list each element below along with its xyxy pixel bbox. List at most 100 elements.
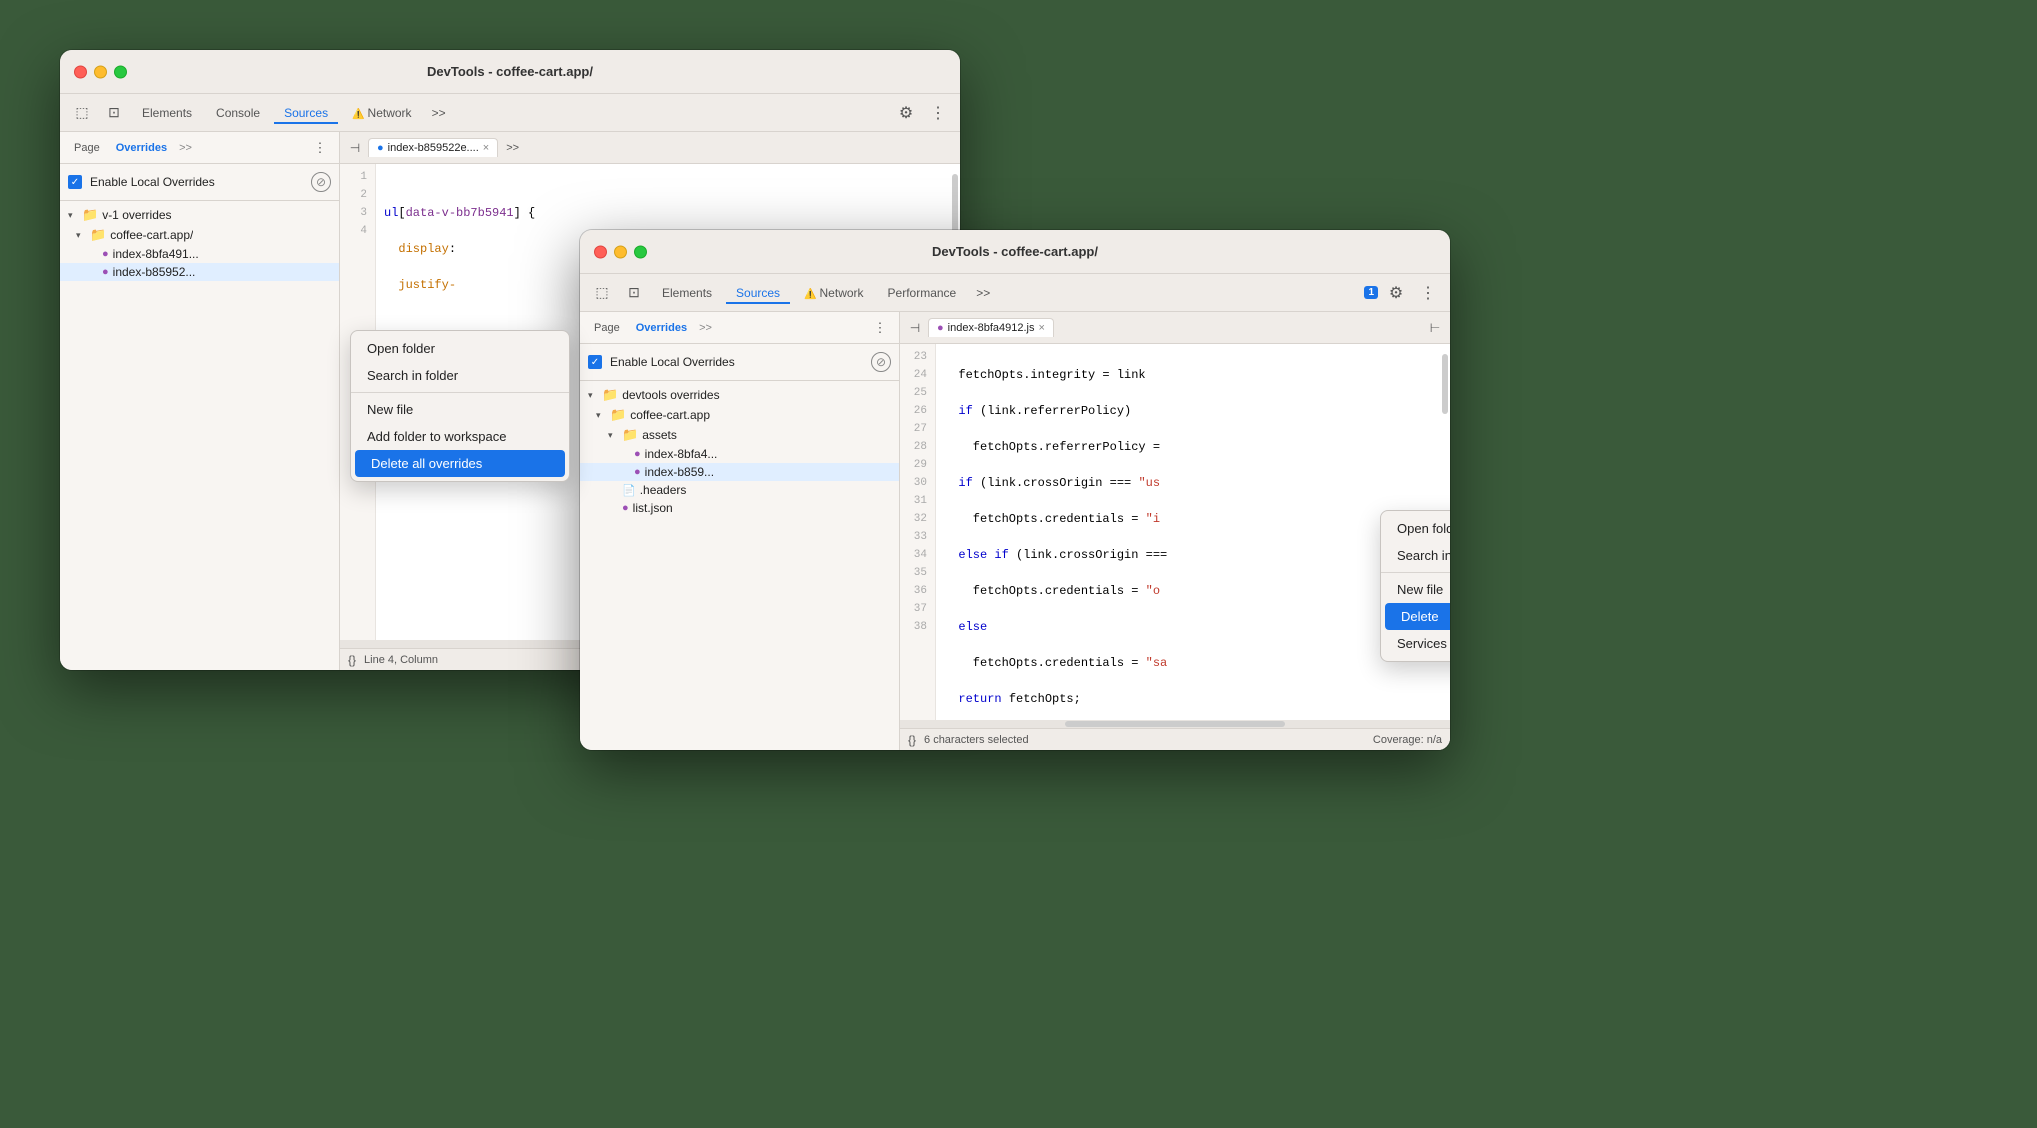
- line-numbers-front: 23242526 27282930 31323334 35363738: [900, 344, 936, 720]
- menu-item-new-file-front[interactable]: New file: [1381, 576, 1450, 603]
- sidebar-tab-overrides-back[interactable]: Overrides: [110, 140, 173, 156]
- more-options-icon-front[interactable]: ⋮: [1414, 279, 1442, 307]
- menu-item-new-file-back[interactable]: New file: [351, 396, 569, 423]
- menu-item-search-folder-back[interactable]: Search in folder: [351, 362, 569, 389]
- editor-area-front: ⊣ ● index-8bfa4912.js × ⊢ 23242526 27282…: [900, 312, 1450, 750]
- toolbar-front: ⬚ ⊡ Elements Sources Network Performance…: [580, 274, 1450, 312]
- menu-item-open-folder-back[interactable]: Open folder: [351, 335, 569, 362]
- menu-item-services-front[interactable]: Services ›: [1381, 630, 1450, 657]
- overrides-panel-back: ✓ Enable Local Overrides ⊘: [60, 164, 339, 201]
- traffic-lights-front: [594, 245, 647, 258]
- sidebar-actions-back: ⋮: [309, 137, 331, 159]
- more-options-icon-back[interactable]: ⋮: [924, 99, 952, 127]
- menu-item-add-folder-back[interactable]: Add folder to workspace: [351, 423, 569, 450]
- menu-item-delete-front[interactable]: Delete: [1385, 603, 1450, 630]
- file-icon-tab-front: ●: [937, 322, 944, 334]
- toolbar-back: ⬚ ⊡ Elements Console Sources Network >> …: [60, 94, 960, 132]
- menu-item-open-folder-front[interactable]: Open folder: [1381, 515, 1450, 542]
- code-content-front[interactable]: fetchOpts.integrity = link if (link.refe…: [936, 344, 1450, 720]
- tree-item-headers[interactable]: ▸ 📄 .headers: [580, 481, 899, 499]
- scrollbar-front[interactable]: [1442, 354, 1448, 414]
- code-lines-front: 23242526 27282930 31323334 35363738 fetc…: [900, 344, 1450, 720]
- editor-tab-more-back[interactable]: >>: [500, 140, 525, 156]
- clear-overrides-btn-front[interactable]: ⊘: [871, 352, 891, 372]
- more-tabs-back[interactable]: >>: [426, 104, 452, 122]
- tab-elements-front[interactable]: Elements: [652, 282, 722, 304]
- tree-item-list-json[interactable]: ▸ ● list.json: [580, 499, 899, 517]
- enable-overrides-checkbox-front[interactable]: ✓: [588, 355, 602, 369]
- status-text-back: Line 4, Column: [364, 654, 438, 666]
- tree-item-index-b859-front[interactable]: ▸ ● index-b859...: [580, 463, 899, 481]
- editor-tab-close-back[interactable]: ×: [483, 142, 489, 154]
- maximize-button-back[interactable]: [114, 65, 127, 78]
- traffic-lights-back: [74, 65, 127, 78]
- tree-item-devtools-overrides[interactable]: ▾ 📁 devtools overrides: [580, 385, 899, 405]
- tree-item-index-8bfa-front[interactable]: ▸ ● index-8bfa4...: [580, 445, 899, 463]
- window-title-back: DevTools - coffee-cart.app/: [427, 64, 593, 79]
- device-mode-icon-front[interactable]: ⊡: [620, 279, 648, 307]
- settings-icon-front[interactable]: ⚙: [1382, 279, 1410, 307]
- panel-layout-front: Page Overrides >> ⋮ ✓ Enable Local Overr…: [580, 312, 1450, 750]
- context-menu-front: Open folder Search in folder New file De…: [1380, 510, 1450, 662]
- tree-item-coffee-cart-app[interactable]: ▾ 📁 coffee-cart.app/: [60, 225, 339, 245]
- sidebar-tab-overrides-front[interactable]: Overrides: [630, 320, 693, 336]
- enable-overrides-label-back: Enable Local Overrides: [90, 175, 303, 189]
- editor-tab-close-front[interactable]: ×: [1039, 322, 1045, 334]
- scrollbar-back[interactable]: [952, 174, 958, 234]
- sidebar-more-back[interactable]: >>: [179, 142, 192, 154]
- status-text-front: 6 characters selected: [924, 734, 1029, 746]
- tree-item-index-8bfa[interactable]: ▸ ● index-8bfa491...: [60, 245, 339, 263]
- tree-item-coffee-cart-front[interactable]: ▾ 📁 coffee-cart.app: [580, 405, 899, 425]
- close-button-back[interactable]: [74, 65, 87, 78]
- tab-console-back[interactable]: Console: [206, 102, 270, 124]
- sidebar-tab-page-front[interactable]: Page: [588, 320, 626, 336]
- notification-badge-front: 1: [1364, 286, 1378, 299]
- titlebar-back: DevTools - coffee-cart.app/: [60, 50, 960, 94]
- more-tabs-front[interactable]: >>: [970, 284, 996, 302]
- tree-item-assets[interactable]: ▾ 📁 assets: [580, 425, 899, 445]
- select-element-icon[interactable]: ⬚: [68, 99, 96, 127]
- device-mode-icon[interactable]: ⊡: [100, 99, 128, 127]
- minimize-button-front[interactable]: [614, 245, 627, 258]
- editor-tabs-back: ⊣ ● index-b859522e.... × >>: [340, 132, 960, 164]
- tab-elements-back[interactable]: Elements: [132, 102, 202, 124]
- menu-separator-front: [1381, 572, 1450, 573]
- file-tree-back: ▾ 📁 v-1 overrides ▾ 📁 coffee-cart.app/ ▸…: [60, 201, 339, 670]
- menu-item-delete-overrides-back[interactable]: Delete all overrides: [355, 450, 565, 477]
- tree-item-v1-overrides[interactable]: ▾ 📁 v-1 overrides: [60, 205, 339, 225]
- sidebar-action-more-back[interactable]: ⋮: [309, 137, 331, 159]
- tree-item-index-b859[interactable]: ▸ ● index-b85952...: [60, 263, 339, 281]
- sidebar-toggle-back[interactable]: ⊣: [344, 137, 366, 159]
- tab-sources-front[interactable]: Sources: [726, 282, 790, 304]
- status-icon-back: {}: [348, 653, 356, 667]
- settings-icon-back[interactable]: ⚙: [892, 99, 920, 127]
- context-menu-back: Open folder Search in folder New file Ad…: [350, 330, 570, 482]
- close-button-front[interactable]: [594, 245, 607, 258]
- status-icon-front: {}: [908, 733, 916, 747]
- editor-tab-file-back[interactable]: ● index-b859522e.... ×: [368, 138, 498, 157]
- select-element-icon-front[interactable]: ⬚: [588, 279, 616, 307]
- panel-toggle-front[interactable]: ⊢: [1424, 317, 1446, 339]
- editor-tab-label-front: index-8bfa4912.js: [948, 322, 1035, 334]
- sidebar-action-more-front[interactable]: ⋮: [869, 317, 891, 339]
- menu-item-search-folder-front[interactable]: Search in folder: [1381, 542, 1450, 569]
- code-area-front[interactable]: 23242526 27282930 31323334 35363738 fetc…: [900, 344, 1450, 720]
- tab-performance-front[interactable]: Performance: [878, 282, 967, 304]
- editor-tab-file-front[interactable]: ● index-8bfa4912.js ×: [928, 318, 1054, 337]
- sidebar-more-front[interactable]: >>: [699, 322, 712, 334]
- minimize-button-back[interactable]: [94, 65, 107, 78]
- sidebar-tab-page-back[interactable]: Page: [68, 140, 106, 156]
- clear-overrides-btn-back[interactable]: ⊘: [311, 172, 331, 192]
- window-title-front: DevTools - coffee-cart.app/: [932, 244, 1098, 259]
- h-scrollbar-thumb-front[interactable]: [1065, 721, 1285, 727]
- menu-separator-back: [351, 392, 569, 393]
- enable-overrides-checkbox-back[interactable]: ✓: [68, 175, 82, 189]
- sidebar-toggle-front[interactable]: ⊣: [904, 317, 926, 339]
- h-scrollbar-front[interactable]: [900, 720, 1450, 728]
- tab-network-front[interactable]: Network: [794, 282, 873, 304]
- tab-sources-back[interactable]: Sources: [274, 102, 338, 124]
- sidebar-tabs-back: Page Overrides >> ⋮: [60, 132, 339, 164]
- overrides-panel-front: ✓ Enable Local Overrides ⊘: [580, 344, 899, 381]
- maximize-button-front[interactable]: [634, 245, 647, 258]
- tab-network-back[interactable]: Network: [342, 102, 421, 124]
